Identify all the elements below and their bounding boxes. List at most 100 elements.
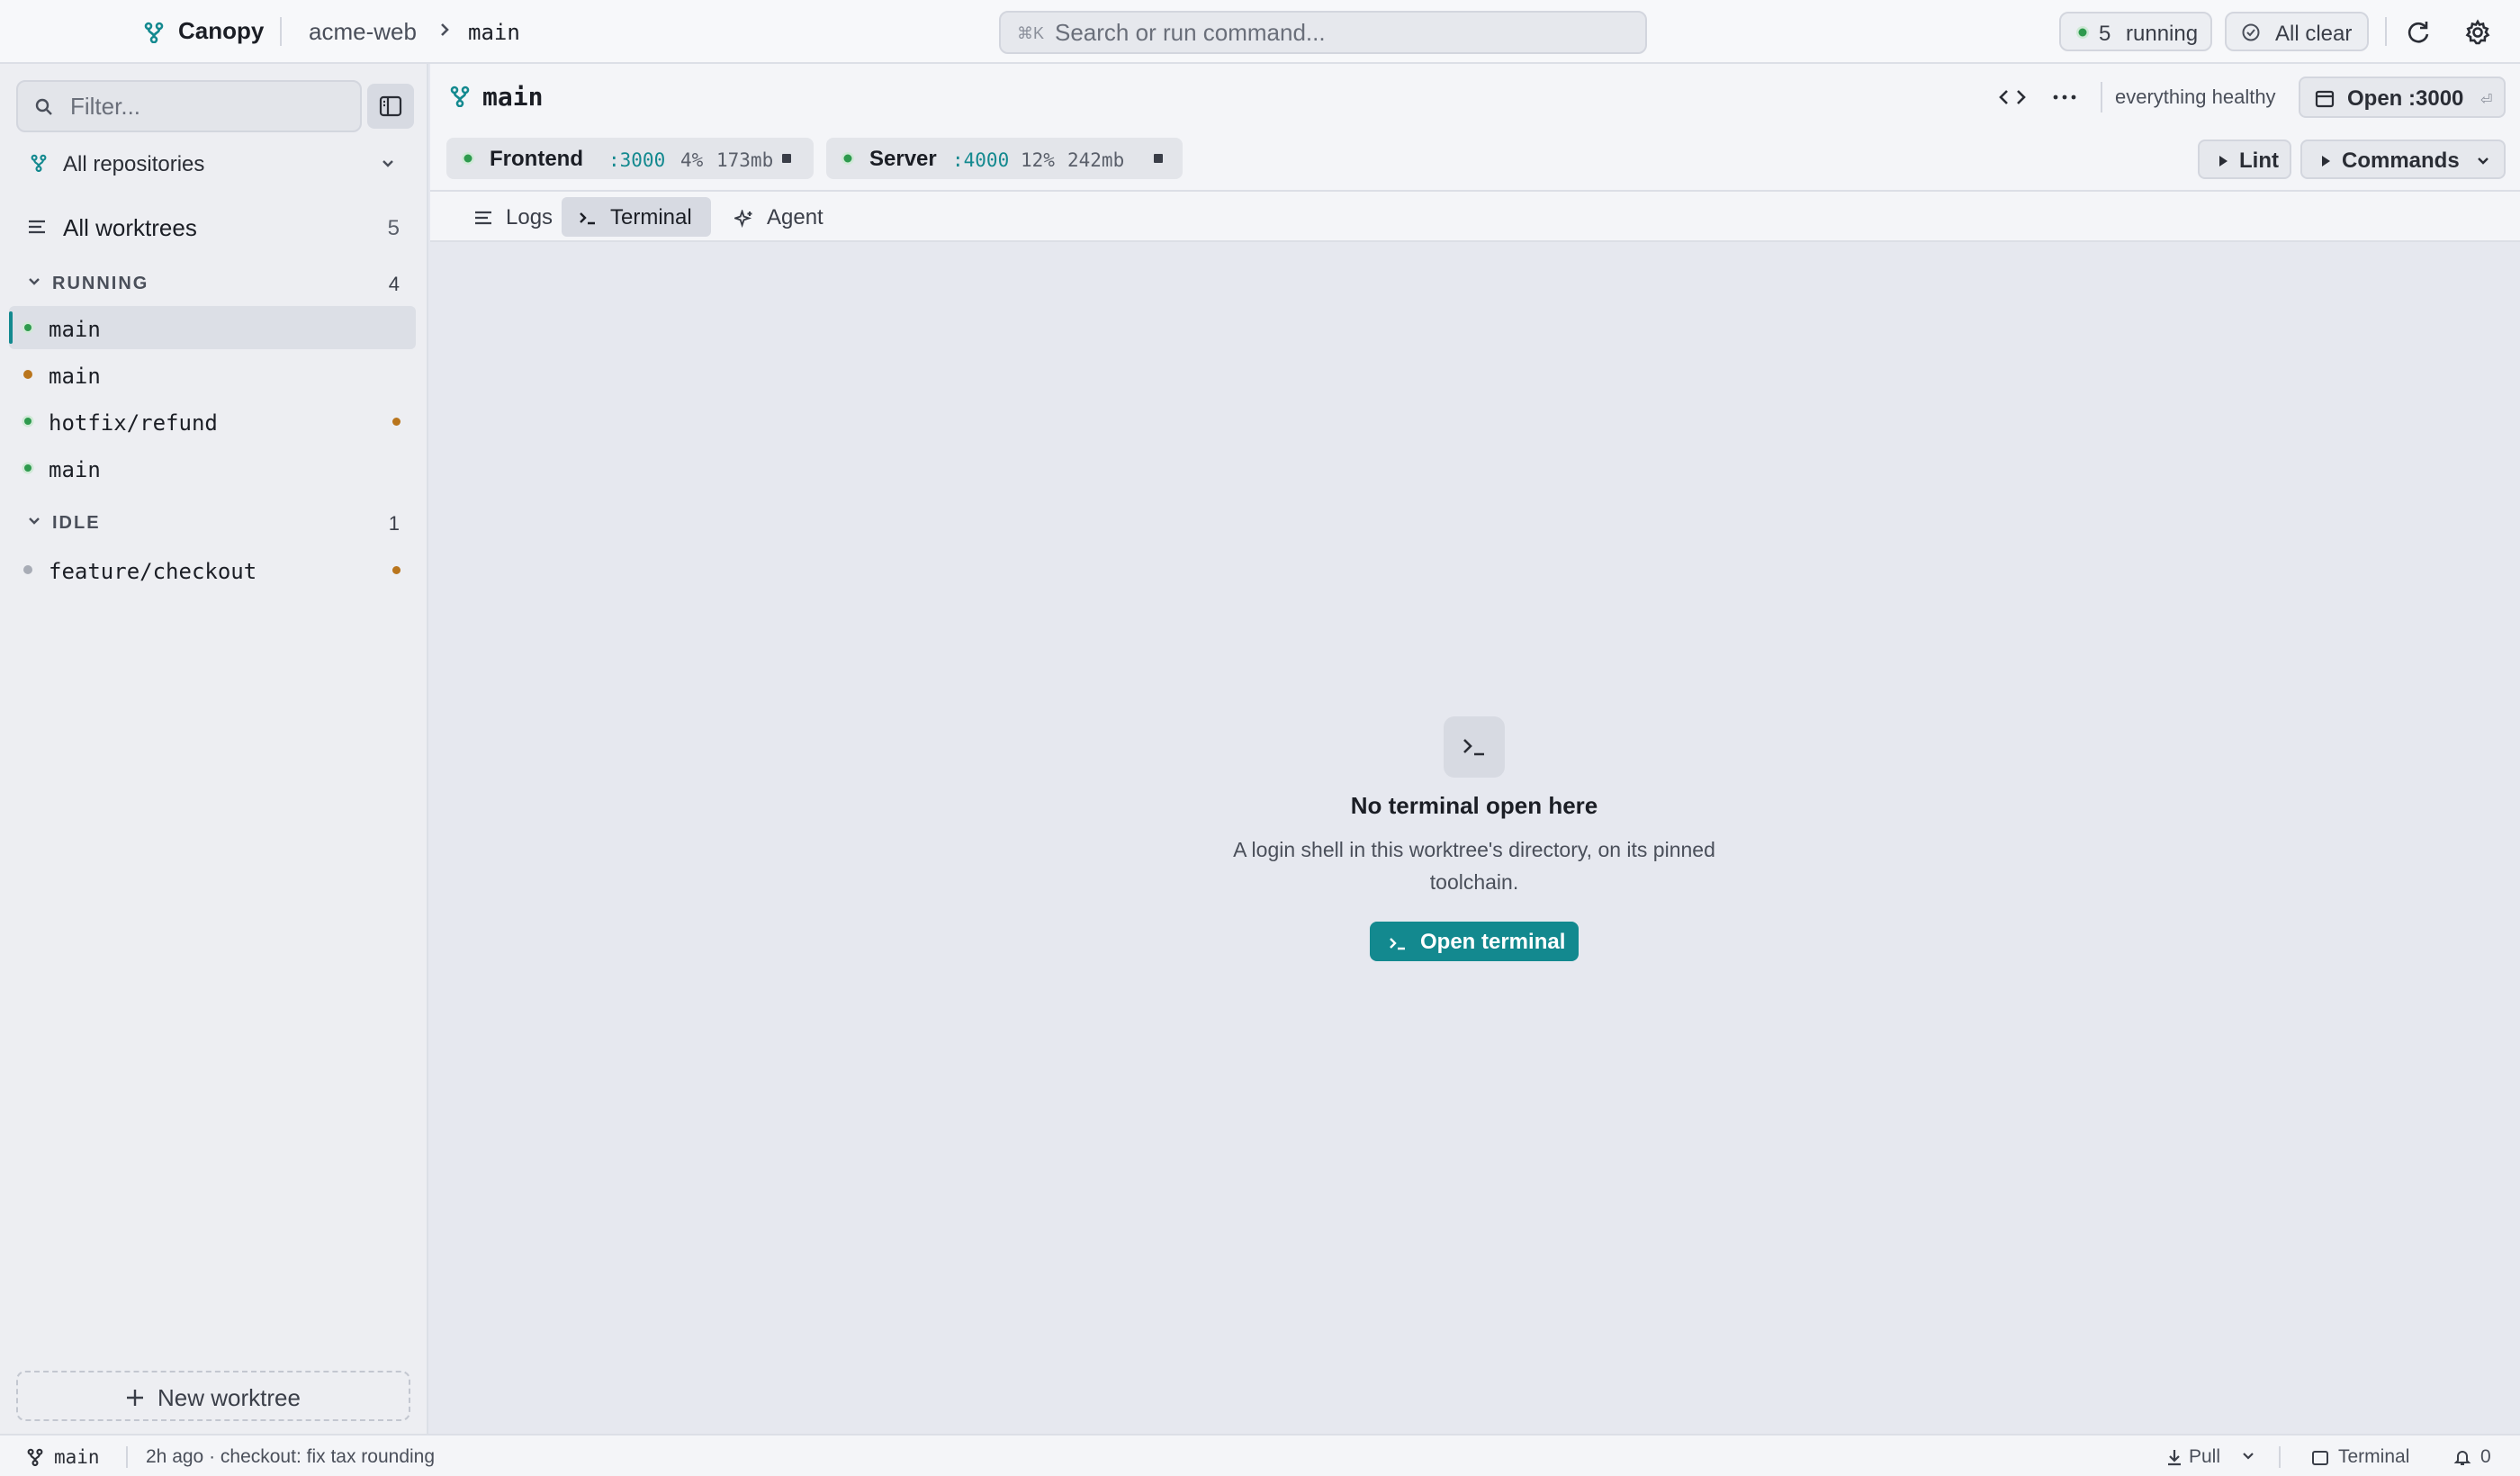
new-worktree-button[interactable]: New worktree [16, 1371, 410, 1421]
worktree-item[interactable]: feature/checkout [9, 548, 416, 591]
git-branch-icon [31, 154, 47, 172]
stop-icon[interactable] [1154, 154, 1163, 163]
modified-indicator [392, 418, 400, 426]
tab-agent[interactable]: Agent [718, 197, 839, 237]
worktree-name: hotfix/refund [49, 410, 218, 436]
divider [2101, 82, 2102, 112]
open-app-button[interactable]: Open :3000 ⏎ [2299, 76, 2506, 118]
section-label: RUNNING [52, 274, 149, 293]
breadcrumb-branch[interactable]: main [468, 20, 520, 45]
worktree-header: main everything healthy Open :3000 ⏎ Fro… [430, 64, 2520, 192]
service-chip-frontend[interactable]: Frontend :3000 4% 173mb [446, 138, 814, 179]
tab-label: Terminal [610, 205, 692, 230]
sidebar-panel-icon [379, 95, 402, 117]
chevron-down-icon [27, 515, 41, 527]
app-name: Canopy [178, 17, 265, 44]
tab-label: Logs [506, 205, 554, 230]
chevron-right-icon [437, 20, 452, 40]
service-cpu: 4% [680, 149, 704, 171]
sidebar-toggle-button[interactable] [367, 84, 414, 129]
plus-icon [124, 1387, 146, 1408]
chevron-down-icon [2475, 155, 2491, 167]
repository-selector[interactable]: All repositories [16, 141, 412, 186]
tab-terminal[interactable]: Terminal [562, 197, 711, 237]
section-count: 1 [388, 512, 400, 535]
service-chip-server[interactable]: Server :4000 12% 242mb [826, 138, 1183, 179]
service-memory: 173mb [716, 149, 774, 171]
section-label: IDLE [52, 513, 101, 533]
notification-count: 0 [2480, 1446, 2491, 1467]
lines-icon [473, 210, 493, 226]
worktree-name: main [49, 317, 101, 342]
command-search[interactable]: ⌘K [999, 11, 1647, 54]
all-worktrees-count: 5 [387, 216, 400, 240]
status-dot-idle [22, 563, 34, 576]
divider [2279, 1446, 2281, 1468]
breadcrumb-repo[interactable]: acme-web [309, 18, 417, 46]
service-port[interactable]: :3000 [608, 149, 665, 171]
tab-logs[interactable]: Logs [457, 197, 565, 237]
status-dot-running [22, 462, 34, 474]
open-terminal-label: Open terminal [1420, 930, 1566, 954]
tab-bar: Logs Terminal Agent [430, 192, 2520, 242]
page-title: main [482, 82, 544, 112]
sidebar-item-all-worktrees[interactable]: All worktrees 5 [16, 204, 412, 249]
service-port[interactable]: :4000 [952, 149, 1009, 171]
empty-state-title: No terminal open here [1350, 792, 1598, 819]
sidebar: All repositories All worktrees 5 RUNNING… [0, 64, 428, 1434]
notifications-button[interactable]: 0 [2450, 1443, 2504, 1470]
play-icon [2320, 155, 2331, 167]
service-name: Server [869, 147, 937, 171]
status-dot-running [841, 151, 855, 166]
terminal-toggle-button[interactable]: Terminal [2308, 1443, 2425, 1470]
lint-button[interactable]: Lint [2198, 140, 2291, 179]
git-branch-icon [27, 1448, 43, 1466]
divider [2385, 17, 2387, 46]
status-bar: main 2h ago · checkout: fix tax rounding… [0, 1434, 2520, 1476]
divider [280, 17, 282, 46]
code-icon[interactable] [1996, 84, 2029, 111]
section-idle[interactable]: IDLE 1 [16, 504, 412, 540]
all-worktrees-label: All worktrees [63, 214, 197, 241]
worktree-name: main [49, 364, 101, 389]
service-memory: 242mb [1067, 149, 1125, 171]
check-circle-icon [2241, 22, 2261, 42]
filter-box[interactable] [16, 80, 362, 132]
terminal-prompt-icon [1390, 938, 1405, 950]
status-dot-running [461, 151, 475, 166]
return-key-hint: ⏎ [2480, 93, 2493, 108]
commands-button[interactable]: Commands [2300, 140, 2506, 179]
open-terminal-button[interactable]: Open terminal [1370, 922, 1579, 961]
worktree-item[interactable]: main [9, 353, 416, 396]
gear-icon[interactable] [2462, 17, 2493, 48]
status-branch[interactable]: main [54, 1446, 100, 1468]
running-status-button[interactable]: 5 running [2059, 12, 2212, 51]
shortcut-hint: ⌘K [1017, 24, 1045, 42]
search-icon [34, 97, 54, 117]
all-clear-button[interactable]: All clear [2225, 12, 2369, 51]
terminal-prompt-icon [578, 210, 598, 226]
repository-selector-label: All repositories [63, 152, 205, 176]
commands-label: Commands [2342, 148, 2460, 173]
git-branch-icon [144, 22, 164, 43]
divider [126, 1446, 128, 1468]
running-status-dot [2075, 25, 2090, 40]
pull-button[interactable]: Pull [2162, 1443, 2261, 1470]
refresh-icon[interactable] [2403, 17, 2434, 48]
worktree-item[interactable]: hotfix/refund [9, 400, 416, 443]
worktree-item[interactable]: main [9, 446, 416, 490]
worktree-item[interactable]: main [9, 306, 416, 349]
more-options-icon[interactable] [2048, 84, 2081, 111]
top-bar: Canopy acme-web main ⌘K 5 running All cl… [0, 0, 2520, 64]
search-input[interactable] [1055, 18, 1631, 47]
bell-icon [2453, 1448, 2471, 1466]
tab-label: Agent [767, 205, 824, 230]
filter-input[interactable] [70, 93, 349, 120]
stop-icon[interactable] [782, 154, 791, 163]
health-status: everything healthy [2115, 86, 2276, 108]
running-label: running [2126, 22, 2199, 46]
section-running[interactable]: RUNNING 4 [16, 265, 412, 301]
sparkle-icon [734, 210, 754, 228]
new-worktree-label: New worktree [158, 1384, 301, 1411]
open-app-label: Open :3000 [2347, 86, 2464, 111]
